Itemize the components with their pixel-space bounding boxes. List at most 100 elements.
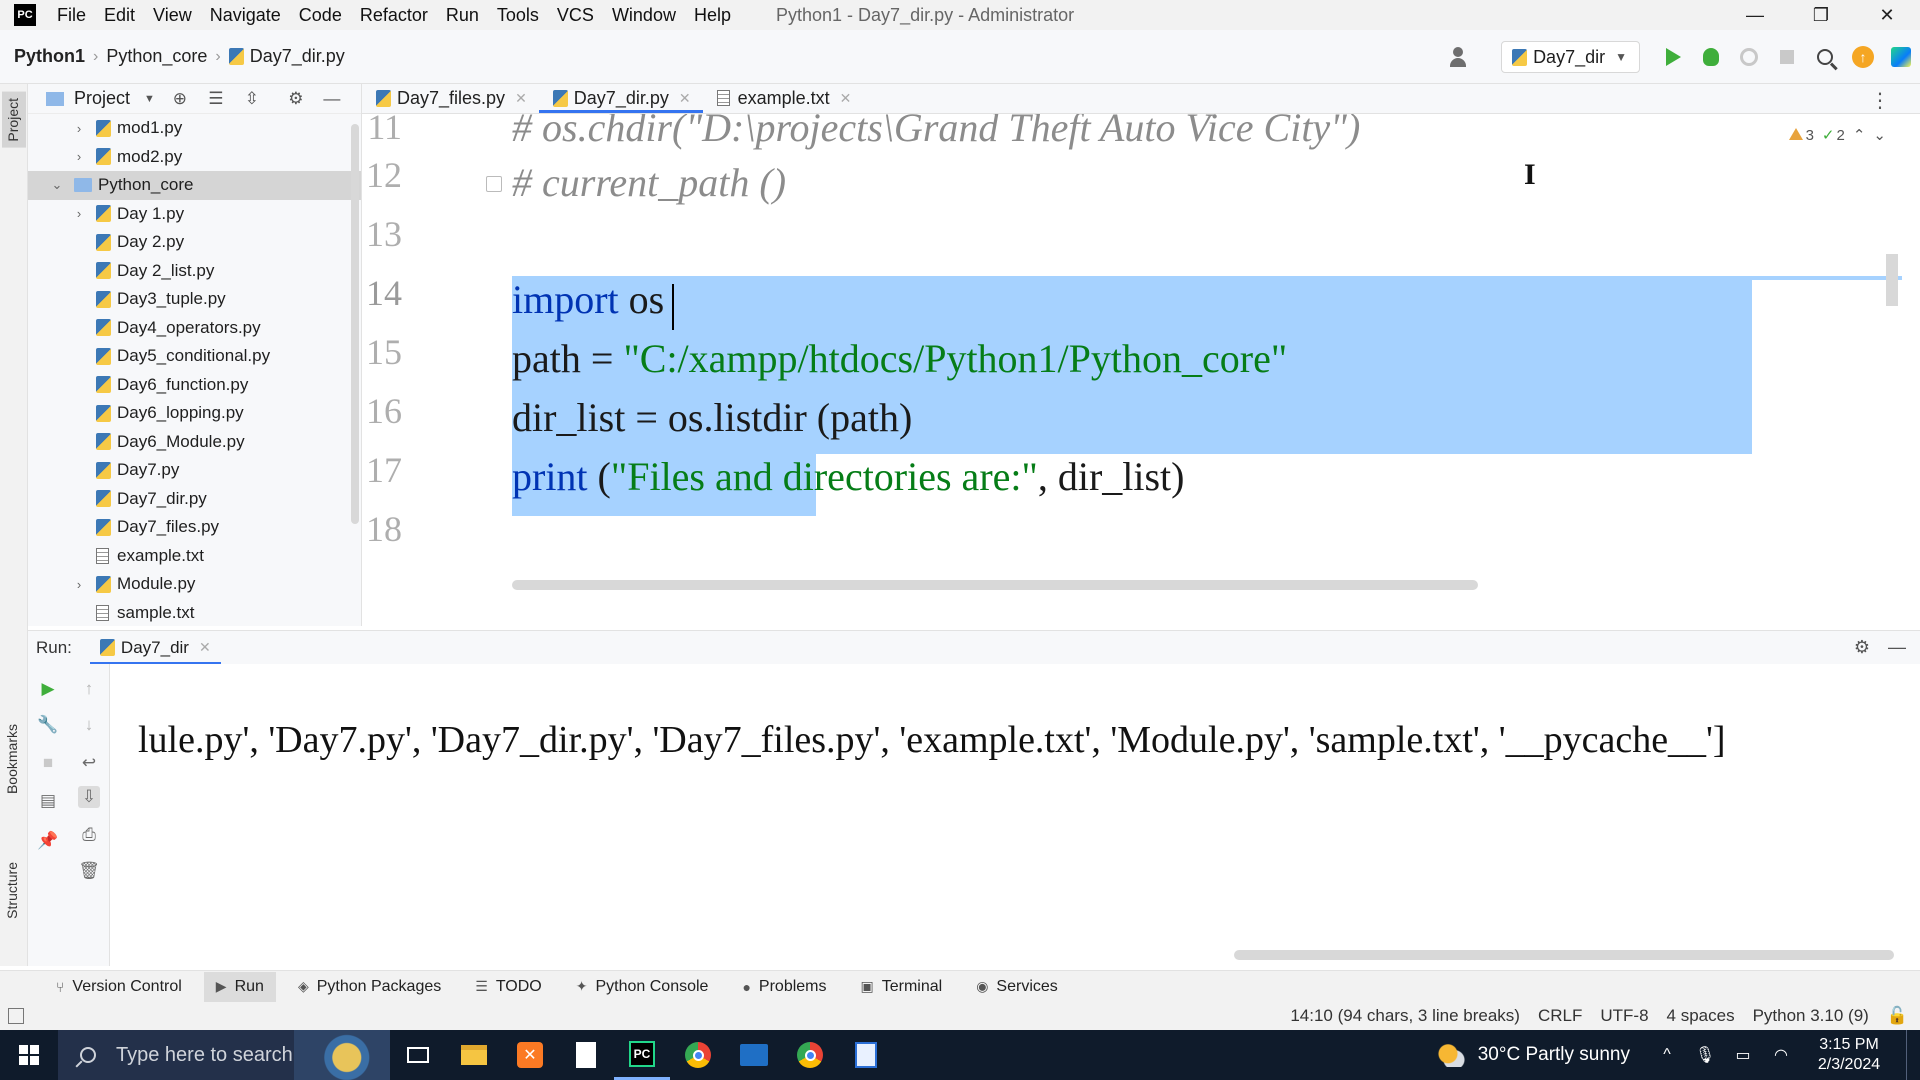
taskbar-search[interactable]: Type here to search xyxy=(58,1030,390,1080)
tool-windows-toggle-icon[interactable] xyxy=(8,1008,24,1024)
lock-icon[interactable]: 🔓 xyxy=(1887,1006,1908,1026)
fold-marker-icon[interactable] xyxy=(486,176,502,192)
coverage-button[interactable] xyxy=(1730,38,1768,76)
tree-file[interactable]: Day6_Module.py xyxy=(28,428,361,457)
breadcrumb-project[interactable]: Python1 xyxy=(14,46,85,67)
chevron-right-icon[interactable]: › xyxy=(72,577,86,592)
tool-tab-terminal[interactable]: ▣ Terminal xyxy=(849,972,955,1002)
pycharm-taskbar-button[interactable]: PC xyxy=(614,1030,670,1080)
menu-run[interactable]: Run xyxy=(437,5,488,26)
pin-icon[interactable]: 📌 xyxy=(37,830,59,852)
debug-button[interactable] xyxy=(1692,38,1730,76)
tool-tab-todo[interactable]: ☰ TODO xyxy=(463,972,554,1002)
tree-file[interactable]: sample.txt xyxy=(28,599,361,627)
tool-tab-services[interactable]: ◉ Services xyxy=(964,972,1070,1002)
tree-file[interactable]: Day6_lopping.py xyxy=(28,399,361,428)
close-tab-icon[interactable]: ✕ xyxy=(199,639,211,656)
tree-file[interactable]: Day3_tuple.py xyxy=(28,285,361,314)
caret-position[interactable]: 14:10 (94 chars, 3 line breaks) xyxy=(1290,1006,1520,1026)
stop-button[interactable] xyxy=(1768,38,1806,76)
notepad-button[interactable] xyxy=(838,1030,894,1080)
tool-tab-python-packages[interactable]: ◈ Python Packages xyxy=(286,972,453,1002)
tool-tab-problems[interactable]: ● Problems xyxy=(730,972,838,1002)
menu-window[interactable]: Window xyxy=(603,5,685,26)
search-everywhere-button[interactable] xyxy=(1806,38,1844,76)
editor-horizontal-scrollbar[interactable] xyxy=(512,580,1478,590)
file-encoding[interactable]: UTF-8 xyxy=(1600,1006,1648,1026)
bookmarks-tool-button[interactable]: Bookmarks xyxy=(4,724,20,794)
structure-tool-button[interactable]: Structure xyxy=(4,862,20,919)
scroll-to-end-icon[interactable]: ⇩ xyxy=(78,786,100,808)
gear-icon[interactable]: ⚙ xyxy=(285,88,307,110)
menu-edit[interactable]: Edit xyxy=(95,5,144,26)
tree-file[interactable]: Day 2_list.py xyxy=(28,257,361,286)
microphone-icon[interactable]: 🎙 xyxy=(1694,1045,1716,1065)
menu-file[interactable]: File xyxy=(48,5,95,26)
run-button[interactable] xyxy=(1654,38,1692,76)
collapse-all-icon[interactable]: ⇳ xyxy=(241,88,263,110)
breadcrumb-folder[interactable]: Python_core xyxy=(106,46,207,67)
hide-panel-icon[interactable]: — xyxy=(1888,637,1906,658)
editor-tab-day7-files[interactable]: Day7_files.py ✕ xyxy=(362,83,539,113)
tree-file[interactable]: › Module.py xyxy=(28,570,361,599)
chrome-button[interactable] xyxy=(670,1030,726,1080)
trash-icon[interactable]: 🗑 xyxy=(78,860,100,882)
close-tab-icon[interactable]: ✕ xyxy=(679,90,691,107)
tool-tab-run[interactable]: ▶ Run xyxy=(203,971,276,1002)
taskbar-clock[interactable]: 3:15 PM 2/3/2024 xyxy=(1808,1035,1890,1075)
battery-icon[interactable]: ▭ xyxy=(1732,1045,1754,1065)
inspection-widget[interactable]: 3 ✓ 2 ⌃ ⌄ xyxy=(1788,126,1886,144)
menu-help[interactable]: Help xyxy=(685,5,740,26)
chevron-right-icon[interactable]: › xyxy=(72,206,86,221)
task-view-button[interactable] xyxy=(390,1030,446,1080)
arrow-down-icon[interactable]: ↓ xyxy=(78,714,100,736)
close-tab-icon[interactable]: ✕ xyxy=(515,90,527,107)
arrow-up-icon[interactable]: ↑ xyxy=(78,678,100,700)
code-area[interactable]: # os.chdir("D:\projects\Grand Theft Auto… xyxy=(512,114,1902,590)
chevron-right-icon[interactable]: › xyxy=(72,149,86,164)
project-panel-title[interactable]: Project xyxy=(74,88,130,109)
wrench-icon[interactable]: 🔧 xyxy=(37,714,59,736)
tree-file[interactable]: example.txt xyxy=(28,542,361,571)
restore-button[interactable]: ❐ xyxy=(1788,0,1854,30)
wifi-icon[interactable]: ◠ xyxy=(1770,1045,1792,1065)
run-tab-day7-dir[interactable]: Day7_dir ✕ xyxy=(89,631,221,665)
code-editor[interactable]: 11 12 13 14 15 16 17 18 # os.chdir("D:\p… xyxy=(362,114,1902,590)
weather-widget[interactable]: 30°C Partly sunny xyxy=(1435,1043,1630,1067)
editor-tab-day7-dir[interactable]: Day7_dir.py ✕ xyxy=(538,83,703,113)
user-account-icon[interactable] xyxy=(1449,45,1479,69)
console-horizontal-scrollbar[interactable] xyxy=(1234,950,1894,960)
soft-wrap-icon[interactable]: ↩ xyxy=(78,752,100,774)
breadcrumb-file[interactable]: Day7_dir.py xyxy=(250,46,345,67)
tool-tab-python-console[interactable]: ✦ Python Console xyxy=(564,972,721,1002)
tree-file[interactable]: Day6_function.py xyxy=(28,371,361,400)
tree-file[interactable]: Day5_conditional.py xyxy=(28,342,361,371)
close-tab-icon[interactable]: ✕ xyxy=(840,90,852,107)
run-configuration-selector[interactable]: Day7_dir ▼ xyxy=(1501,41,1640,73)
stop-icon[interactable]: ■ xyxy=(37,752,59,774)
run-console-output[interactable]: lule.py', 'Day7.py', 'Day7_dir.py', 'Day… xyxy=(110,664,1920,966)
menu-refactor[interactable]: Refactor xyxy=(351,5,437,26)
next-highlight-icon[interactable]: ⌄ xyxy=(1873,126,1886,144)
jetbrains-button[interactable] xyxy=(1882,38,1920,76)
tree-folder[interactable]: ⌄ Python_core xyxy=(28,171,361,200)
weak-warnings-indicator[interactable]: ✓ 2 xyxy=(1822,126,1845,144)
menu-view[interactable]: View xyxy=(144,5,201,26)
expand-all-icon[interactable]: ☰ xyxy=(205,88,227,110)
python-interpreter[interactable]: Python 3.10 (9) xyxy=(1753,1006,1869,1026)
gear-icon[interactable]: ⚙ xyxy=(1854,637,1870,658)
chevron-up-icon[interactable]: ^ xyxy=(1656,1046,1678,1064)
tree-file[interactable]: Day7_files.py xyxy=(28,513,361,542)
start-button[interactable] xyxy=(0,1030,58,1080)
line-separator[interactable]: CRLF xyxy=(1538,1006,1582,1026)
hide-panel-icon[interactable]: — xyxy=(321,88,343,110)
warnings-indicator[interactable]: 3 xyxy=(1788,127,1814,144)
xampp-button[interactable]: ✕ xyxy=(502,1030,558,1080)
previous-highlight-icon[interactable]: ⌃ xyxy=(1853,126,1866,144)
tree-file[interactable]: Day7_dir.py xyxy=(28,485,361,514)
project-tree-scrollbar[interactable] xyxy=(351,124,359,524)
updates-button[interactable]: ↑ xyxy=(1844,38,1882,76)
tool-tab-version-control[interactable]: ⑂ Version Control xyxy=(44,972,194,1002)
minimize-button[interactable]: — xyxy=(1722,0,1788,30)
more-tabs-icon[interactable]: ⋮ xyxy=(1870,88,1890,113)
